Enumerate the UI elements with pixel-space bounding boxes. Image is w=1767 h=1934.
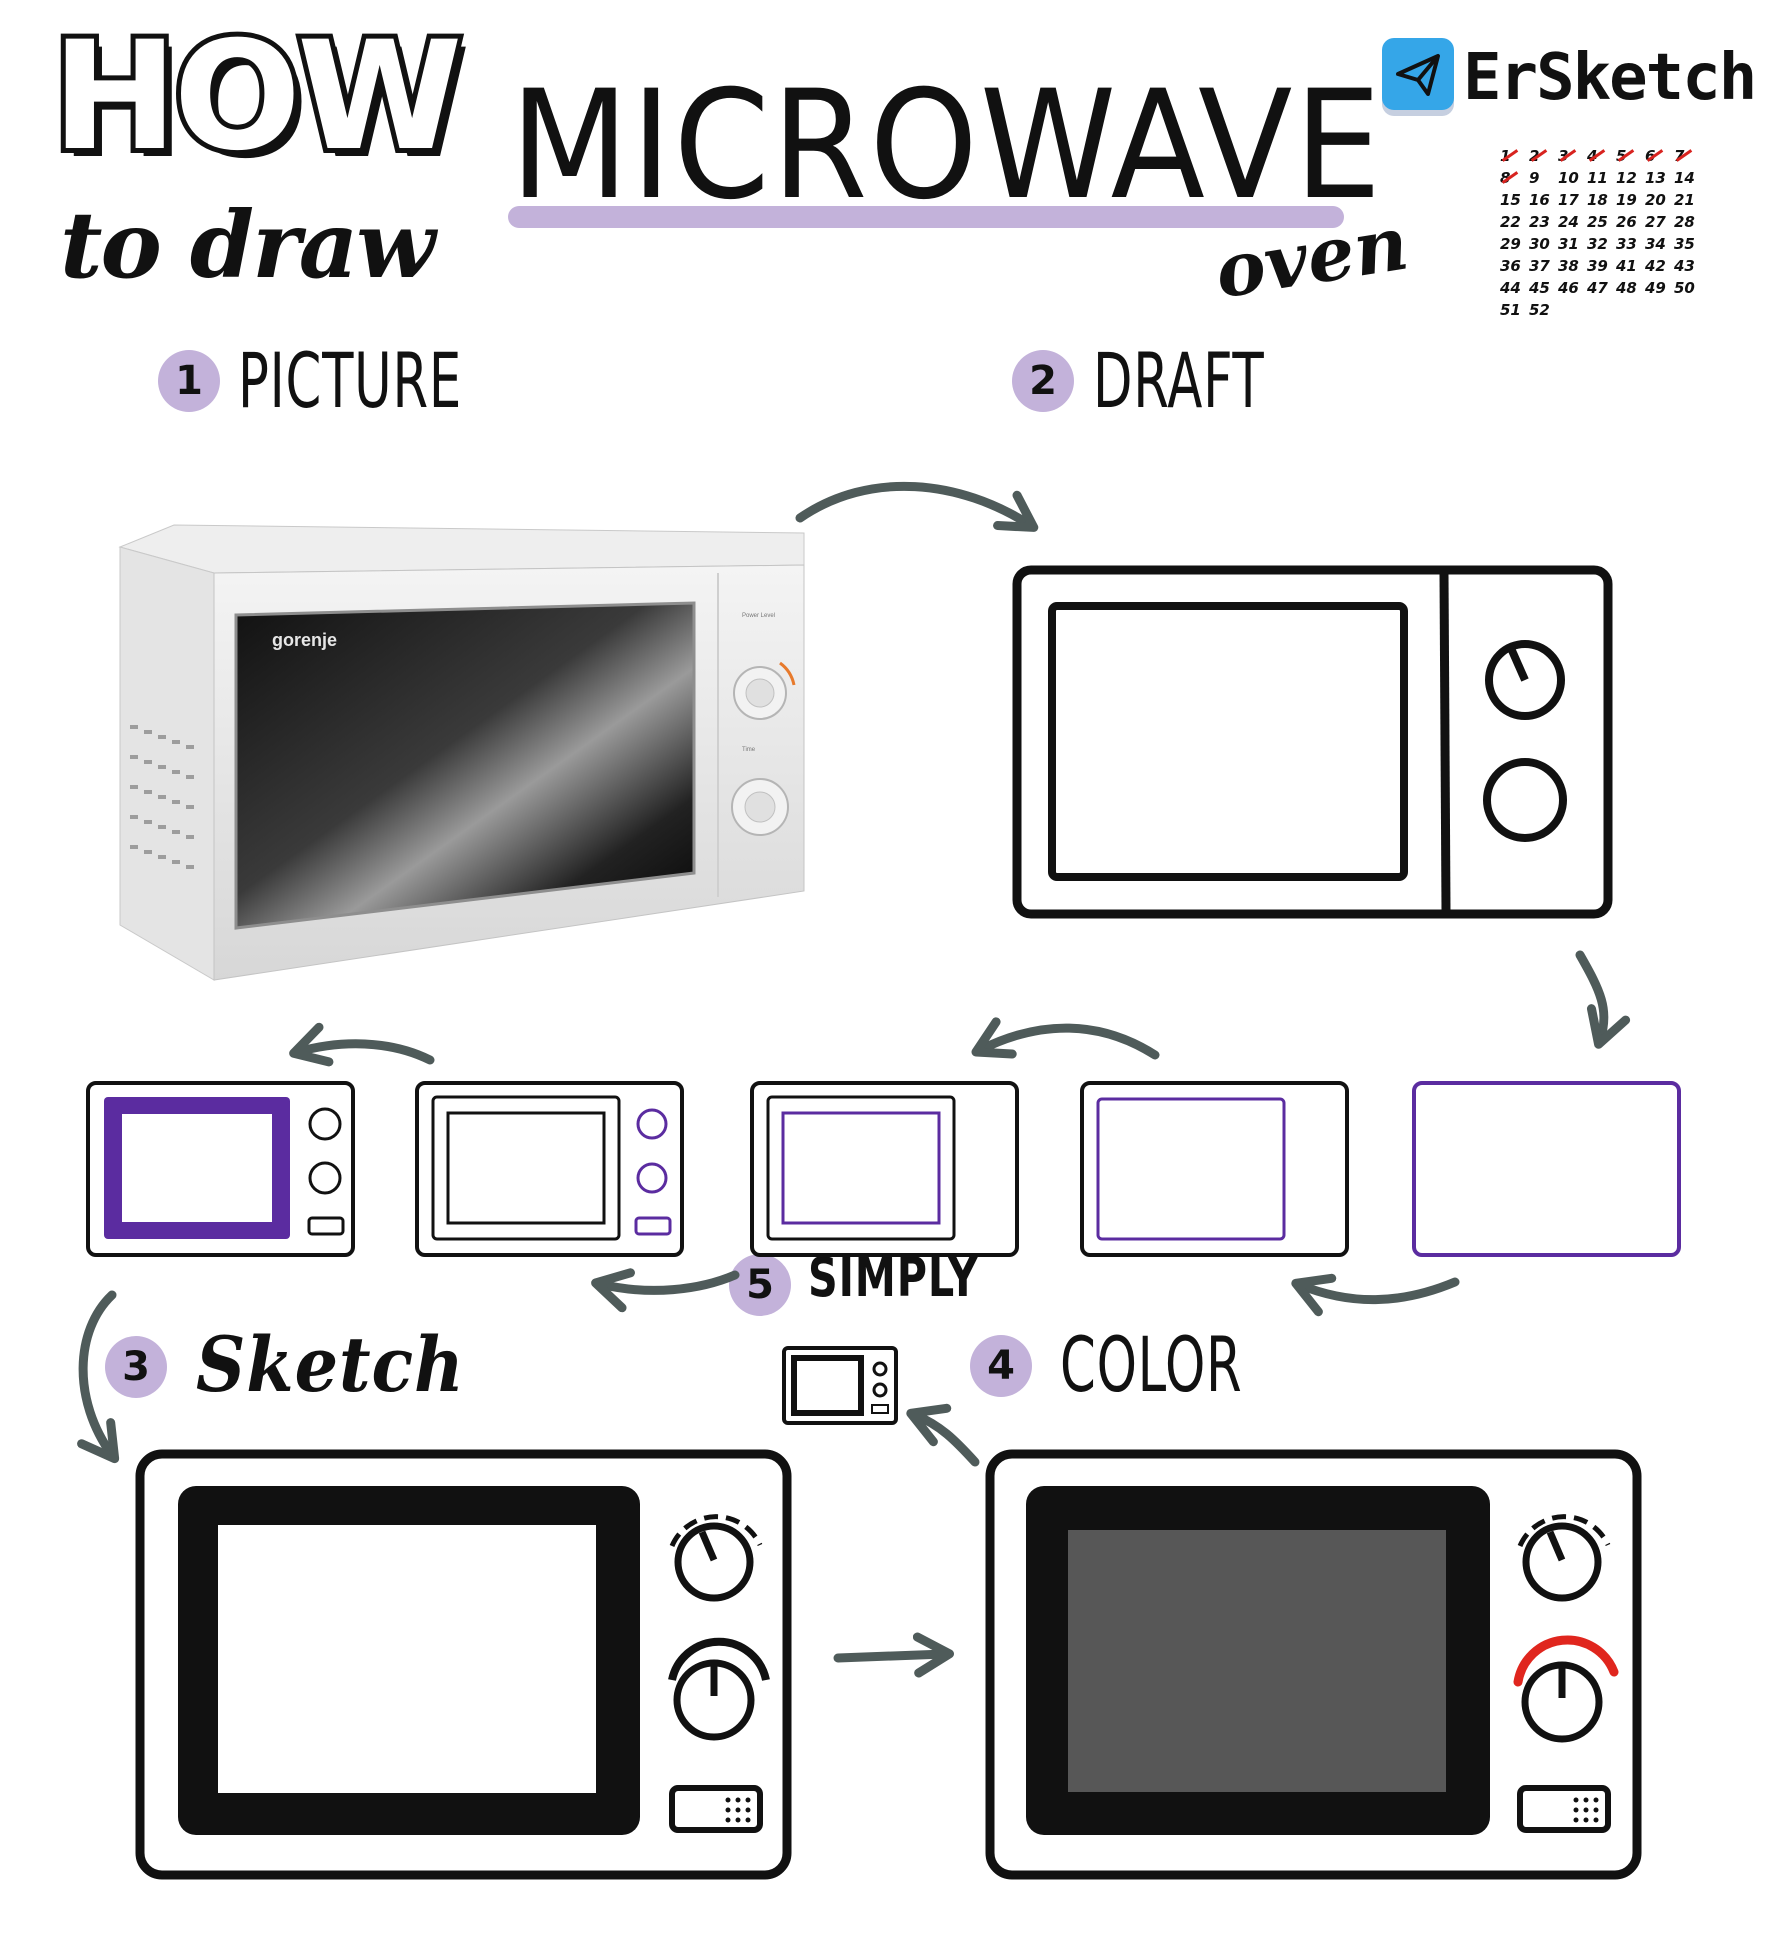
thumbnail-2 — [415, 1081, 684, 1257]
simply-icon — [782, 1346, 898, 1425]
draft-microwave — [1012, 565, 1613, 919]
thumbnail-3 — [750, 1081, 1019, 1257]
arrow-down-left — [77, 1290, 120, 1464]
arrow-sketch-to-color — [833, 1632, 954, 1678]
arrow-picture-to-draft — [795, 481, 1039, 532]
arrow-thumb-2-to-1 — [289, 1022, 435, 1067]
arrow-thumb-5-to-4 — [1291, 1273, 1460, 1317]
arrow-color-to-simply — [906, 1403, 980, 1467]
thumbnail-4 — [1080, 1081, 1349, 1257]
thumbnail-5 — [1412, 1081, 1681, 1257]
arrow-down-right — [1575, 950, 1631, 1049]
sketch-microwave — [135, 1449, 792, 1880]
thumbnail-1 — [86, 1081, 355, 1257]
color-microwave — [985, 1449, 1642, 1880]
drawing-canvas — [77, 481, 1681, 1880]
arrow-thumb-4-to-3 — [971, 1017, 1160, 1060]
arrow-simply-left — [591, 1268, 740, 1313]
